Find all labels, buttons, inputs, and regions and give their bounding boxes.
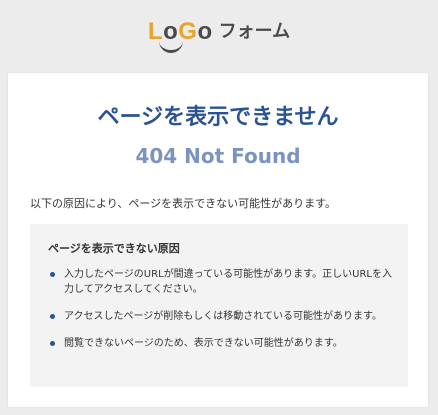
bullet-icon	[50, 341, 55, 346]
list-item: 閲覧できないページのため、表示できない可能性があります。	[48, 336, 393, 351]
intro-text: 以下の原因により、ページを表示できない可能性があります。	[30, 197, 337, 210]
reasons-heading: ページを表示できない原因	[48, 242, 180, 255]
reasons-box: ページを表示できない原因 入力したページのURLが間違っている可能性があります。…	[30, 224, 408, 387]
site-logo[interactable]: LoGo フォーム	[0, 18, 438, 53]
logo-text: フォーム	[218, 21, 291, 42]
reason-list: 入力したページのURLが間違っている可能性があります。正しいURLを入力してアク…	[48, 267, 393, 363]
list-item: 入力したページのURLが間違っている可能性があります。正しいURLを入力してアク…	[48, 267, 393, 297]
page-title: ページを表示できません	[97, 105, 339, 130]
logo-letter: o	[197, 18, 213, 45]
reason-text: アクセスしたページが削除もしくは移動されている可能性があります。	[64, 311, 382, 322]
error-card: ページを表示できません 404 Not Found 以下の原因により、ページを表…	[8, 73, 428, 407]
reason-text: 閲覧できないページのため、表示できない可能性があります。	[64, 338, 343, 349]
bullet-icon	[50, 314, 55, 319]
reason-text: 入力したページのURLが間違っている可能性があります。正しいURLを入力してアク…	[64, 269, 392, 295]
list-item: アクセスしたページが削除もしくは移動されている可能性があります。	[48, 309, 393, 324]
logo-mark: LoGo	[148, 18, 213, 53]
bullet-icon	[50, 272, 55, 277]
logo-smile-icon	[158, 40, 183, 53]
error-code: 404 Not Found	[135, 144, 301, 168]
